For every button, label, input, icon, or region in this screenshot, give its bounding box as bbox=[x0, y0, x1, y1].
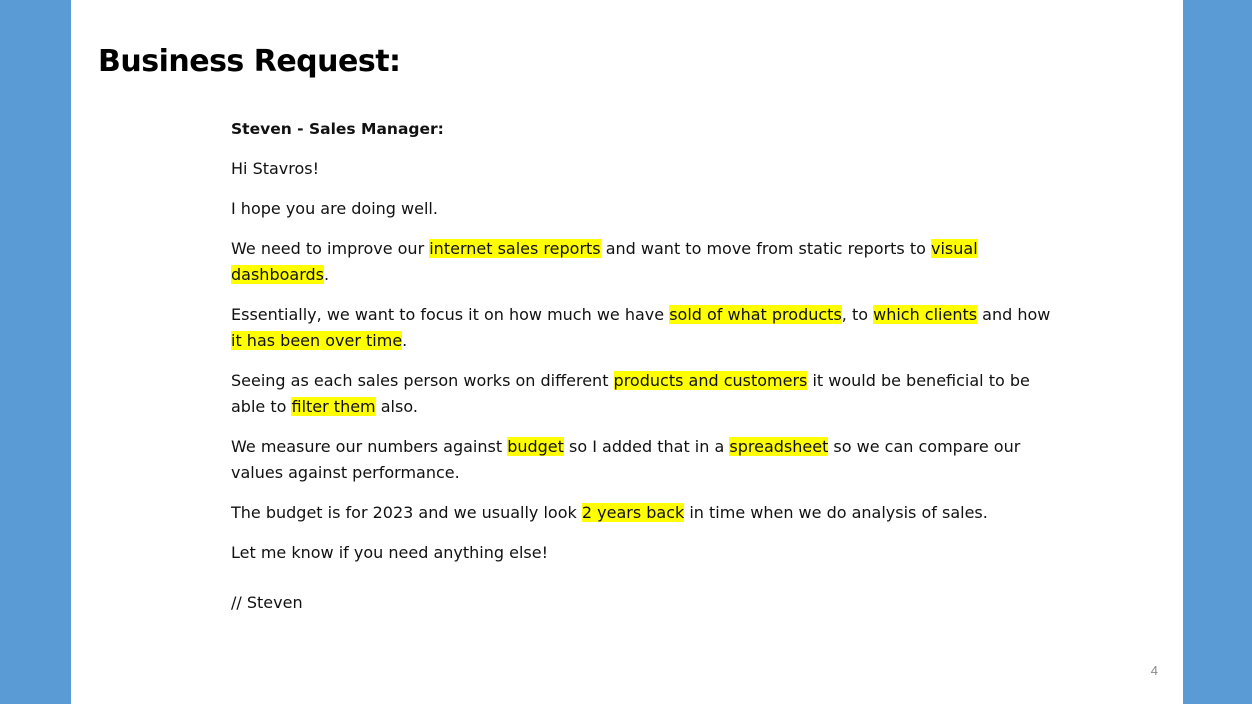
text-span: . bbox=[323, 265, 330, 284]
text-span: We measure our numbers against bbox=[231, 437, 508, 456]
highlight-filter-them: filter them bbox=[291, 397, 376, 416]
text-span: and want to move from static reports to bbox=[600, 239, 931, 258]
highlight-over-time: it has been over time bbox=[231, 331, 403, 350]
text-span: in time when we do analysis of sales. bbox=[684, 503, 988, 522]
text-span: and how bbox=[977, 305, 1051, 324]
email-body: Steven - Sales Manager: Hi Stavros! I ho… bbox=[231, 116, 1051, 630]
email-paragraph-2: We need to improve our internet sales re… bbox=[231, 236, 1051, 288]
left-side-panel bbox=[0, 0, 71, 704]
text-span: The budget is for 2023 and we usually lo… bbox=[231, 503, 582, 522]
email-paragraph-5: We measure our numbers against budget so… bbox=[231, 434, 1051, 486]
text-span: Essentially, we want to focus it on how … bbox=[231, 305, 670, 324]
text-span: also. bbox=[375, 397, 418, 416]
email-paragraph-4: Seeing as each sales person works on dif… bbox=[231, 368, 1051, 420]
highlight-sold-of-what-products: sold of what products bbox=[669, 305, 842, 324]
email-paragraph-6: The budget is for 2023 and we usually lo… bbox=[231, 500, 1051, 526]
highlight-spreadsheet: spreadsheet bbox=[729, 437, 829, 456]
text-span: so I added that in a bbox=[563, 437, 730, 456]
text-span: . bbox=[402, 331, 408, 350]
email-signoff: // Steven bbox=[231, 593, 303, 612]
right-side-panel bbox=[1183, 0, 1252, 704]
email-sender: Steven - Sales Manager: bbox=[231, 120, 444, 138]
page-number: 4 bbox=[1150, 663, 1158, 678]
email-paragraph-1: I hope you are doing well. bbox=[231, 199, 438, 218]
text-span: Seeing as each sales person works on dif… bbox=[231, 371, 614, 390]
email-paragraph-7: Let me know if you need anything else! bbox=[231, 543, 548, 562]
highlight-budget: budget bbox=[507, 437, 564, 456]
email-paragraph-3: Essentially, we want to focus it on how … bbox=[231, 302, 1051, 354]
text-span: We need to improve our bbox=[231, 239, 430, 258]
text-span: , to bbox=[841, 305, 874, 324]
slide: Business Request: Steven - Sales Manager… bbox=[71, 0, 1183, 704]
email-greeting: Hi Stavros! bbox=[231, 159, 320, 178]
highlight-2-years-back: 2 years back bbox=[581, 503, 685, 522]
highlight-internet-sales-reports: internet sales reports bbox=[429, 239, 601, 258]
highlight-which-clients: which clients bbox=[873, 305, 978, 324]
slide-title: Business Request: bbox=[98, 44, 401, 79]
highlight-products-and-customers: products and customers bbox=[613, 371, 808, 390]
